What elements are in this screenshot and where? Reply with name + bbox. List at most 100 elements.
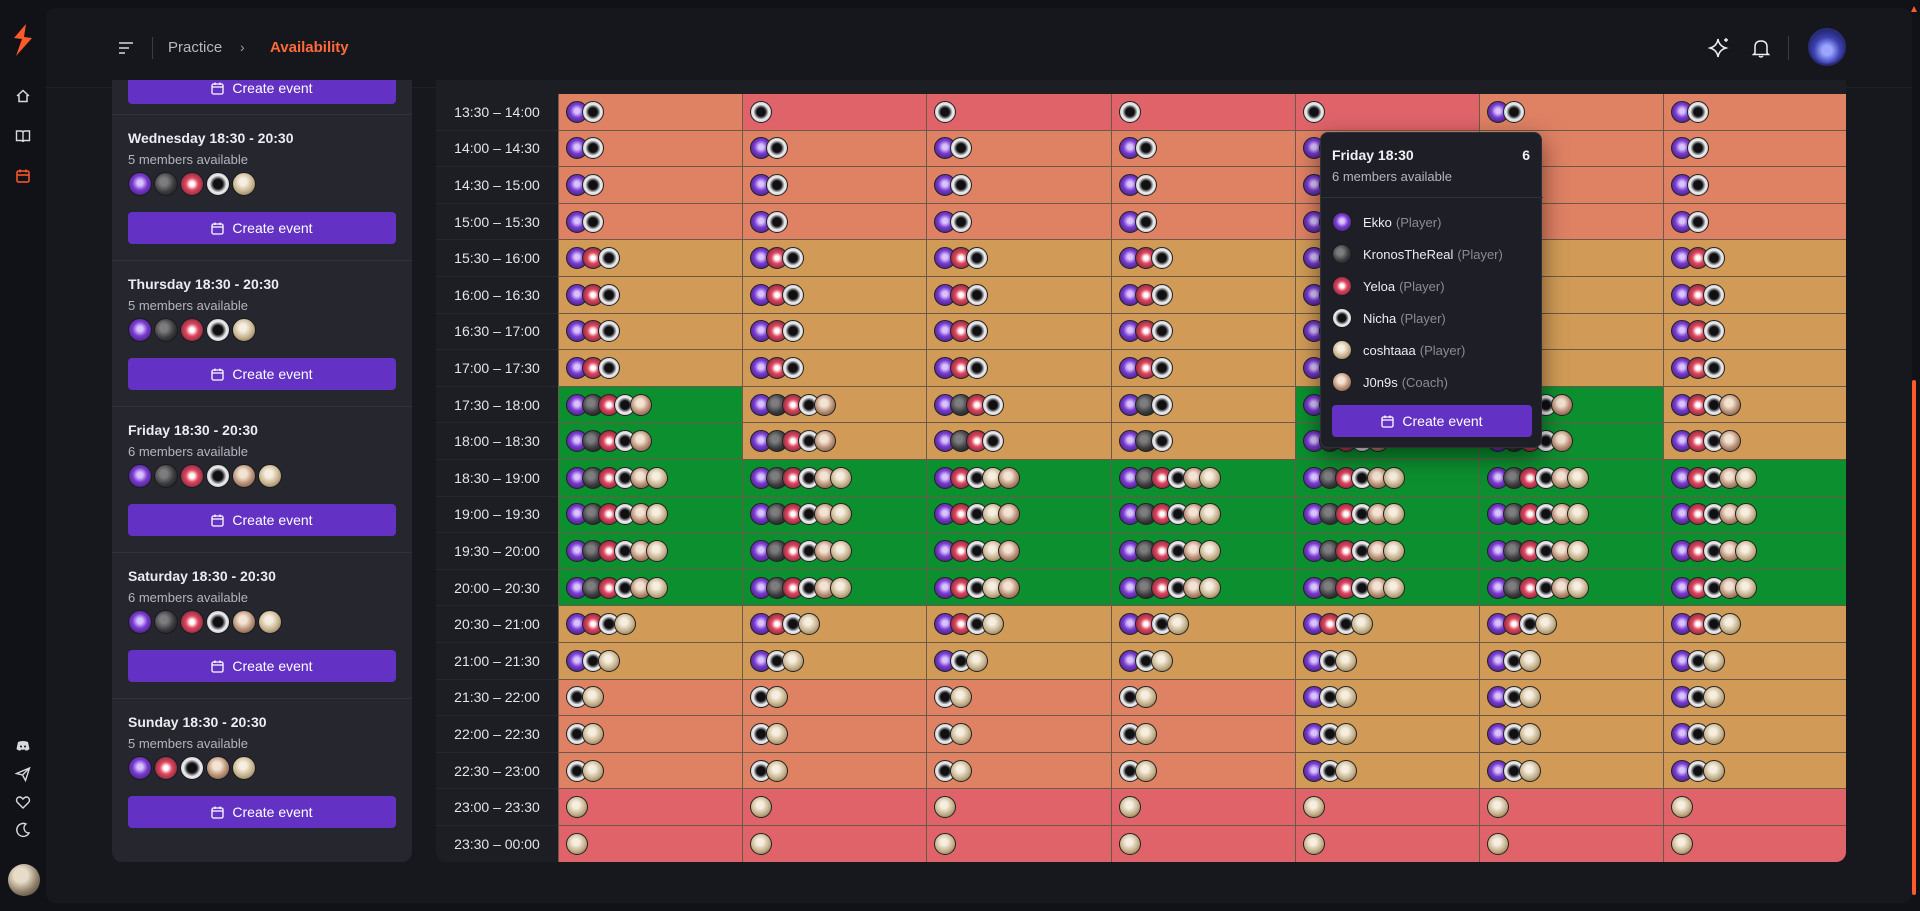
availability-cell[interactable] xyxy=(558,167,743,204)
availability-cell[interactable] xyxy=(558,386,743,424)
availability-cell[interactable] xyxy=(1110,94,1295,131)
availability-cell[interactable] xyxy=(558,94,743,131)
availability-cell[interactable] xyxy=(926,313,1111,351)
availability-cell[interactable] xyxy=(742,167,927,204)
availability-cell[interactable] xyxy=(1110,386,1295,424)
app-logo-icon[interactable] xyxy=(10,22,36,58)
availability-cell[interactable] xyxy=(558,277,743,314)
availability-cell[interactable] xyxy=(1663,569,1846,607)
availability-cell[interactable] xyxy=(1479,826,1664,862)
availability-cell[interactable] xyxy=(742,716,927,753)
create-event-button[interactable]: Create event xyxy=(128,212,396,244)
availability-cell[interactable] xyxy=(1663,789,1846,826)
availability-cell[interactable] xyxy=(742,277,927,314)
availability-cell[interactable] xyxy=(742,460,927,497)
availability-cell[interactable] xyxy=(926,496,1111,534)
availability-cell[interactable] xyxy=(1663,240,1846,277)
availability-cell[interactable] xyxy=(1663,130,1846,168)
availability-cell[interactable] xyxy=(742,679,927,717)
availability-cell[interactable] xyxy=(1663,606,1846,643)
create-event-button[interactable]: Create event xyxy=(128,80,396,104)
availability-cell[interactable] xyxy=(926,94,1111,131)
bell-icon[interactable] xyxy=(1750,37,1772,59)
availability-cell[interactable] xyxy=(1110,826,1295,862)
availability-cell[interactable] xyxy=(558,606,743,643)
send-icon[interactable] xyxy=(13,764,33,784)
availability-cell[interactable] xyxy=(742,789,927,826)
availability-cell[interactable] xyxy=(1663,94,1846,131)
availability-cell[interactable] xyxy=(742,606,927,643)
availability-cell[interactable] xyxy=(1294,752,1479,790)
breadcrumb-practice[interactable]: Practice xyxy=(168,39,222,56)
availability-cell[interactable] xyxy=(1294,496,1479,534)
availability-cell[interactable] xyxy=(1294,460,1479,497)
availability-cell[interactable] xyxy=(1110,423,1295,460)
availability-cell[interactable] xyxy=(1663,313,1846,351)
availability-cell[interactable] xyxy=(926,716,1111,753)
availability-cell[interactable] xyxy=(558,350,743,387)
availability-cell[interactable] xyxy=(742,569,927,607)
availability-cell[interactable] xyxy=(742,643,927,680)
availability-cell[interactable] xyxy=(558,130,743,168)
team-avatar[interactable] xyxy=(1808,28,1846,66)
availability-cell[interactable] xyxy=(1294,679,1479,717)
availability-cell[interactable] xyxy=(1294,533,1479,570)
availability-cell[interactable] xyxy=(558,643,743,680)
availability-cell[interactable] xyxy=(1110,167,1295,204)
availability-cell[interactable] xyxy=(1663,423,1846,460)
availability-cell[interactable] xyxy=(1663,203,1846,241)
availability-cell[interactable] xyxy=(558,460,743,497)
availability-cell[interactable] xyxy=(1110,569,1295,607)
availability-cell[interactable] xyxy=(926,203,1111,241)
availability-cell[interactable] xyxy=(1110,313,1295,351)
availability-cell[interactable] xyxy=(1110,752,1295,790)
availability-cell[interactable] xyxy=(742,752,927,790)
heart-icon[interactable] xyxy=(13,792,33,812)
availability-cell[interactable] xyxy=(926,277,1111,314)
availability-cell[interactable] xyxy=(1663,716,1846,753)
availability-cell[interactable] xyxy=(1663,496,1846,534)
availability-cell[interactable] xyxy=(742,130,927,168)
availability-cell[interactable] xyxy=(926,606,1111,643)
availability-cell[interactable] xyxy=(926,826,1111,862)
availability-cell[interactable] xyxy=(1479,606,1664,643)
availability-cell[interactable] xyxy=(1110,203,1295,241)
availability-cell[interactable] xyxy=(558,313,743,351)
availability-cell[interactable] xyxy=(1110,350,1295,387)
availability-cell[interactable] xyxy=(558,240,743,277)
popover-create-event-button[interactable]: Create event xyxy=(1332,405,1532,437)
availability-cell[interactable] xyxy=(558,789,743,826)
availability-cell[interactable] xyxy=(558,679,743,717)
availability-cell[interactable] xyxy=(558,826,743,862)
discord-icon[interactable] xyxy=(13,736,33,756)
availability-cell[interactable] xyxy=(742,423,927,460)
availability-cell[interactable] xyxy=(1479,533,1664,570)
availability-cell[interactable] xyxy=(926,240,1111,277)
availability-cell[interactable] xyxy=(1294,716,1479,753)
availability-cell[interactable] xyxy=(558,496,743,534)
availability-cell[interactable] xyxy=(1663,826,1846,862)
availability-cell[interactable] xyxy=(926,679,1111,717)
home-icon[interactable] xyxy=(13,86,33,106)
availability-cell[interactable] xyxy=(926,569,1111,607)
availability-cell[interactable] xyxy=(1663,533,1846,570)
moon-icon[interactable] xyxy=(13,820,33,840)
availability-cell[interactable] xyxy=(1479,679,1664,717)
availability-cell[interactable] xyxy=(1110,716,1295,753)
calendar-icon[interactable] xyxy=(13,166,33,186)
availability-cell[interactable] xyxy=(742,240,927,277)
availability-cell[interactable] xyxy=(1663,679,1846,717)
scrollbar-thumb[interactable] xyxy=(1912,380,1916,895)
availability-cell[interactable] xyxy=(1110,240,1295,277)
availability-cell[interactable] xyxy=(1479,643,1664,680)
create-event-button[interactable]: Create event xyxy=(128,650,396,682)
availability-cell[interactable] xyxy=(1110,130,1295,168)
availability-cell[interactable] xyxy=(926,460,1111,497)
availability-cell[interactable] xyxy=(1479,716,1664,753)
availability-cell[interactable] xyxy=(742,533,927,570)
availability-cell[interactable] xyxy=(1479,789,1664,826)
availability-cell[interactable] xyxy=(558,716,743,753)
create-event-button[interactable]: Create event xyxy=(128,796,396,828)
availability-cell[interactable] xyxy=(742,203,927,241)
availability-cell[interactable] xyxy=(558,423,743,460)
